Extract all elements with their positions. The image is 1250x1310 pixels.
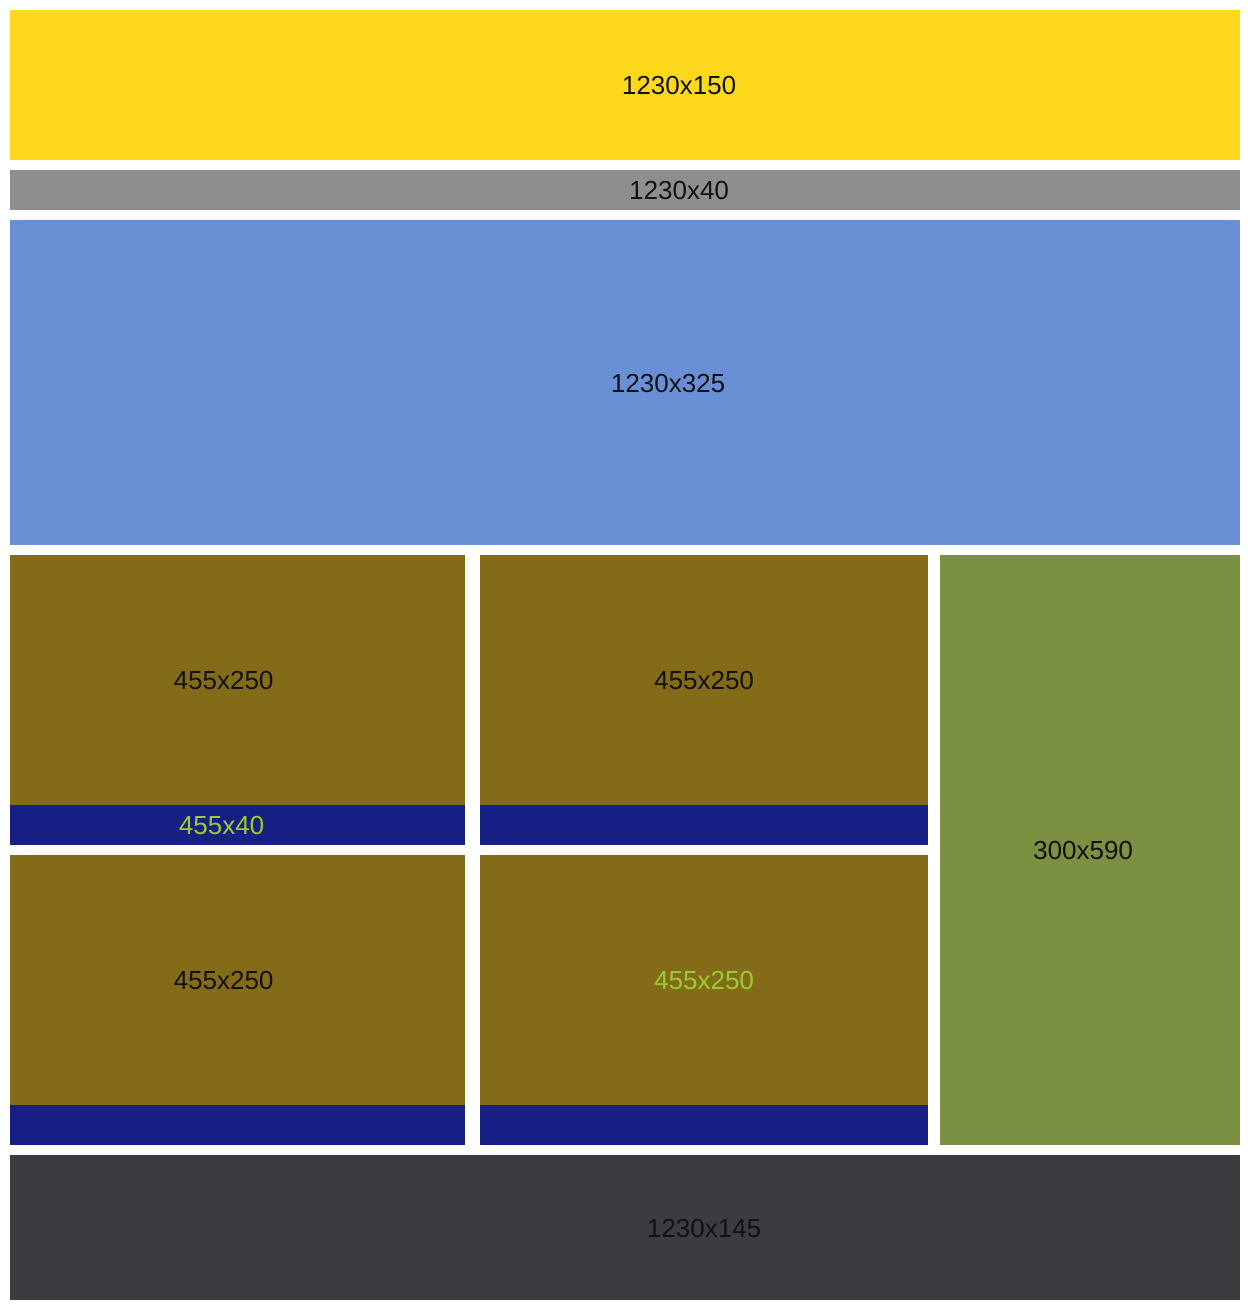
footer-block-label: 1230x145 (646, 1212, 762, 1243)
card-bar-2 (480, 805, 928, 845)
card-bar-1: 455x40 (10, 805, 465, 845)
card-bar-1-label: 455x40 (178, 810, 265, 840)
header-block-label: 1230x150 (621, 70, 737, 100)
content-card-4-label: 455x250 (654, 965, 754, 995)
content-card-4: 455x250 (480, 855, 928, 1105)
hero-block: 1230x325 (10, 220, 1240, 545)
footer-block: 1230x145 (10, 1155, 1240, 1300)
content-card-1: 455x250 (10, 555, 465, 805)
card-bar-4 (480, 1105, 928, 1145)
sidebar-block: 300x590 (940, 555, 1240, 1145)
navbar-block: 1230x40 (10, 170, 1240, 210)
sidebar-block-label: 300x590 (1033, 835, 1133, 865)
card-bar-3 (10, 1105, 465, 1145)
hero-block-label: 1230x325 (610, 367, 726, 398)
content-card-3-label: 455x250 (173, 965, 274, 995)
content-card-3: 455x250 (10, 855, 465, 1105)
navbar-block-label: 1230x40 (629, 175, 729, 205)
content-card-1-label: 455x250 (173, 665, 274, 695)
header-block: 1230x150 (10, 10, 1240, 160)
content-card-2: 455x250 (480, 555, 928, 805)
content-card-2-label: 455x250 (654, 665, 754, 695)
